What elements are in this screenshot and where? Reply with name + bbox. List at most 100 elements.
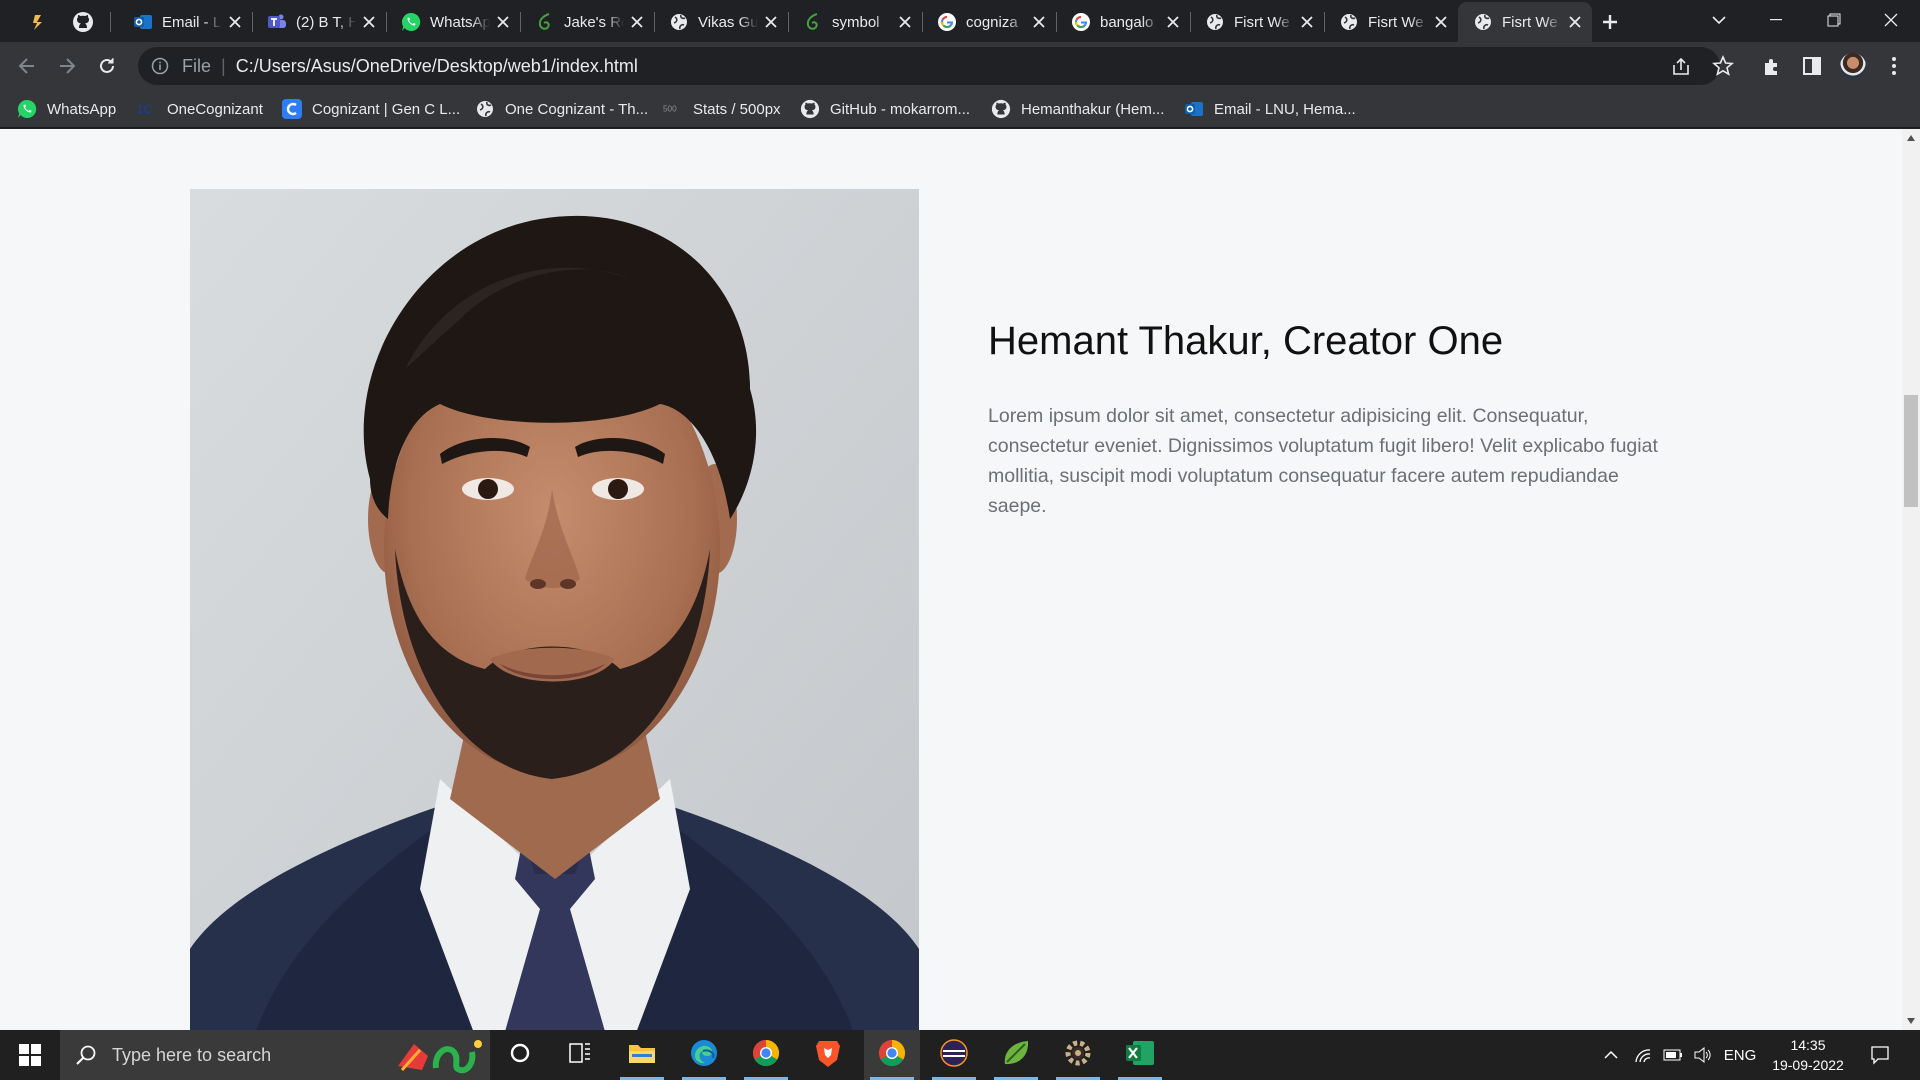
bookmark-item[interactable]: Hemanthakur (Hem... xyxy=(991,90,1164,128)
language-indicator[interactable]: ENG xyxy=(1722,1030,1758,1080)
restore-button[interactable] xyxy=(1805,0,1863,40)
browser-tab[interactable]: Vikas Gu xyxy=(654,2,788,42)
spring-tool-taskbar-button[interactable] xyxy=(988,1030,1044,1080)
windows-taskbar: Type here to search ENG 14:35 19-09-2022 xyxy=(0,1030,1920,1080)
browser-tab[interactable]: Fisrt We xyxy=(1190,2,1324,42)
taskbar-search-box[interactable]: Type here to search xyxy=(60,1030,490,1080)
network-icon[interactable] xyxy=(1630,1030,1656,1080)
show-hidden-icons-chevron-icon[interactable] xyxy=(1598,1030,1624,1080)
file-explorer-taskbar-button[interactable] xyxy=(614,1030,670,1080)
url-text[interactable]: C:/Users/Asus/OneDrive/Desktop/web1/inde… xyxy=(236,56,638,77)
search-highlight-doodle-icon xyxy=(398,1040,482,1074)
tab-close-icon[interactable] xyxy=(628,13,646,31)
file-explorer-icon xyxy=(628,1041,656,1070)
tab-close-icon[interactable] xyxy=(360,13,378,31)
tab-title: symbol xyxy=(832,13,880,31)
cognizant-icon xyxy=(282,99,302,119)
bookmark-item[interactable]: Cognizant | Gen C L... xyxy=(282,90,460,128)
battery-icon[interactable] xyxy=(1660,1030,1686,1080)
globe-icon xyxy=(475,99,495,119)
tab-title: bangalo xyxy=(1100,13,1154,31)
bookmark-item[interactable]: WhatsApp xyxy=(17,90,116,128)
tab-close-icon[interactable] xyxy=(1030,13,1048,31)
tab-title: Fisrt We xyxy=(1502,13,1558,31)
browser-tab[interactable]: Email - LNU xyxy=(118,2,252,42)
browser-tab[interactable]: cogniza xyxy=(922,2,1056,42)
tab-close-icon[interactable] xyxy=(1164,13,1182,31)
address-bar[interactable]: File | C:/Users/Asus/OneDrive/Desktop/we… xyxy=(138,47,1720,85)
minimize-button[interactable] xyxy=(1747,0,1805,40)
new-tab-button[interactable] xyxy=(1595,7,1625,37)
windows-logo-icon xyxy=(19,1044,41,1066)
tab-close-icon[interactable] xyxy=(762,13,780,31)
tab-close-icon[interactable] xyxy=(494,13,512,31)
kebab-menu-icon[interactable] xyxy=(1878,50,1910,82)
tab-title: Vikas Gu xyxy=(698,13,758,31)
github-icon xyxy=(72,11,94,33)
tab-search-button[interactable] xyxy=(1690,0,1748,40)
side-panel-icon[interactable] xyxy=(1796,50,1828,82)
excel-taskbar-button[interactable] xyxy=(1112,1030,1168,1080)
browser-tab[interactable]: bangalo xyxy=(1056,2,1190,42)
bookmark-star-icon[interactable] xyxy=(1707,50,1739,82)
tab-close-icon[interactable] xyxy=(1566,13,1584,31)
github-icon xyxy=(800,99,820,119)
bio-paragraph: Lorem ipsum dolor sit amet, consectetur … xyxy=(988,405,1658,517)
volume-icon[interactable] xyxy=(1690,1030,1716,1080)
browser-tab[interactable]: Fisrt We xyxy=(1458,2,1592,42)
browser-tab[interactable]: Fisrt We xyxy=(1324,2,1458,42)
bookmark-item[interactable]: Email - LNU, Hema... xyxy=(1184,90,1356,128)
scroll-down-arrow-icon[interactable] xyxy=(1902,1012,1920,1030)
tab-pinned-2[interactable] xyxy=(64,2,104,42)
bookmark-label: Cognizant | Gen C L... xyxy=(312,100,461,118)
tab-close-icon[interactable] xyxy=(1432,13,1450,31)
edge-taskbar-button[interactable] xyxy=(676,1030,732,1080)
eclipse-taskbar-button[interactable] xyxy=(926,1030,982,1080)
settings-gear-icon xyxy=(1063,1038,1093,1073)
close-window-button[interactable] xyxy=(1862,0,1920,40)
bookmark-item[interactable]: One Cognizant - Th... xyxy=(475,90,648,128)
forward-button[interactable] xyxy=(51,50,83,82)
browser-tab[interactable]: Jake's Re xyxy=(520,2,654,42)
bookmark-item[interactable]: 1C OneCognizant xyxy=(137,90,263,128)
tab-strip: Email - LNU (2) B T, H WhatsApp Jake's Re Vi… xyxy=(0,0,1920,42)
brave-taskbar-button[interactable] xyxy=(800,1030,856,1080)
browser-tab[interactable]: symbol xyxy=(788,2,922,42)
tab-pinned-1[interactable] xyxy=(20,2,58,42)
profile-photo xyxy=(190,189,919,1030)
share-icon[interactable] xyxy=(1670,56,1692,78)
browser-toolbar: File | C:/Users/Asus/OneDrive/Desktop/we… xyxy=(0,42,1920,90)
scrollbar-thumb[interactable] xyxy=(1904,395,1918,507)
info-icon[interactable] xyxy=(150,56,170,76)
profile-avatar[interactable] xyxy=(1840,53,1866,79)
extensions-icon[interactable] xyxy=(1756,50,1788,82)
bookmark-item[interactable]: 500 Stats / 500px xyxy=(663,90,781,128)
browser-tab[interactable]: WhatsApp xyxy=(386,2,520,42)
chrome-taskbar-button[interactable] xyxy=(738,1030,794,1080)
bookmark-item[interactable]: GitHub - mokarrom... xyxy=(800,90,970,128)
start-button[interactable] xyxy=(0,1030,60,1080)
whatsapp-icon xyxy=(400,11,422,33)
back-button[interactable] xyxy=(11,50,43,82)
page-title: Hemant Thakur, Creator One xyxy=(988,319,1504,363)
cortana-taskbar-button[interactable] xyxy=(492,1030,548,1080)
edge-icon xyxy=(689,1038,719,1073)
page-viewport: Hemant Thakur, Creator One Lorem ipsum d… xyxy=(0,129,1902,1030)
system-clock[interactable]: 14:35 19-09-2022 xyxy=(1768,1035,1848,1075)
settings-gear-taskbar-button[interactable] xyxy=(1050,1030,1106,1080)
tab-title: cogniza xyxy=(966,13,1018,31)
task-view-taskbar-button[interactable] xyxy=(552,1030,608,1080)
tab-close-icon[interactable] xyxy=(896,13,914,31)
tab-close-icon[interactable] xyxy=(1298,13,1316,31)
globe-icon xyxy=(1472,11,1494,33)
tab-close-icon[interactable] xyxy=(226,13,244,31)
chrome-taskbar-button[interactable] xyxy=(864,1030,920,1080)
bookmark-label: GitHub - mokarrom... xyxy=(830,100,971,118)
scroll-up-arrow-icon[interactable] xyxy=(1902,129,1920,147)
notifications-icon[interactable] xyxy=(1866,1030,1894,1080)
google-icon xyxy=(936,11,958,33)
reload-button[interactable] xyxy=(91,50,123,82)
browser-tab[interactable]: (2) B T, H xyxy=(252,2,386,42)
page-scrollbar[interactable] xyxy=(1902,129,1920,1030)
chrome-icon xyxy=(751,1038,781,1073)
